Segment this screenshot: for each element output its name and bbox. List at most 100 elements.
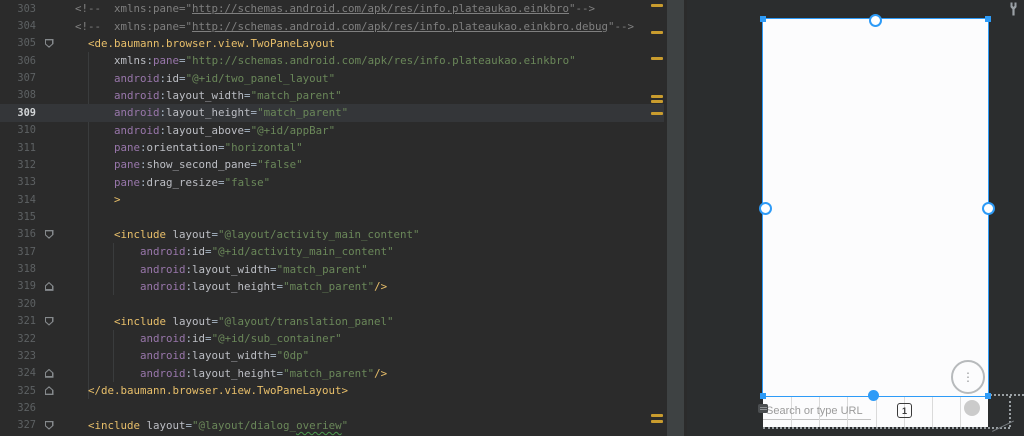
code-text[interactable]: android:layout_height="match_parent" <box>62 106 664 119</box>
fold-open-icon[interactable] <box>44 38 54 48</box>
warning-mark[interactable] <box>651 414 663 417</box>
code-text[interactable]: android:id="@+id/activity_main_content" <box>62 245 664 258</box>
selection-rectangle[interactable] <box>762 18 989 397</box>
code-text[interactable]: <de.baumann.browser.view.TwoPaneLayout <box>62 37 664 50</box>
line-number[interactable]: 325 <box>0 385 36 397</box>
code-line[interactable]: 313 pane:drag_resize="false" <box>0 174 664 191</box>
line-number[interactable]: 306 <box>0 55 36 67</box>
tab-count-icon[interactable]: 1 <box>897 403 912 418</box>
code-line[interactable]: 307 android:id="@+id/two_panel_layout" <box>0 69 664 86</box>
code-line[interactable]: 308 android:layout_width="match_parent" <box>0 87 664 104</box>
code-line[interactable]: 312 pane:show_second_pane="false" <box>0 156 664 173</box>
code-line[interactable]: 310 android:layout_above="@+id/appBar" <box>0 122 664 139</box>
line-number[interactable]: 322 <box>0 333 36 345</box>
line-number[interactable]: 312 <box>0 159 36 171</box>
fold-close-icon[interactable] <box>44 281 54 291</box>
fold-open-icon[interactable] <box>44 229 54 239</box>
line-number[interactable]: 319 <box>0 280 36 292</box>
fold-open-icon[interactable] <box>44 420 54 430</box>
code-text[interactable]: </de.baumann.browser.view.TwoPaneLayout> <box>62 384 664 397</box>
line-number[interactable]: 324 <box>0 367 36 379</box>
code-text[interactable]: <include layout="@layout/translation_pan… <box>62 315 664 328</box>
constraint-anchor-top[interactable] <box>869 14 882 27</box>
constraint-anchor-right[interactable] <box>982 202 995 215</box>
line-number[interactable]: 304 <box>0 20 36 32</box>
code-line[interactable]: 327 <include layout="@layout/dialog_over… <box>0 417 664 434</box>
code-line[interactable]: 320 <box>0 295 664 312</box>
line-number[interactable]: 318 <box>0 263 36 275</box>
line-number[interactable]: 303 <box>0 3 36 15</box>
constraint-anchor-left[interactable] <box>759 202 772 215</box>
code-text[interactable]: android:layout_width="0dp" <box>62 349 664 362</box>
line-number[interactable]: 310 <box>0 124 36 136</box>
warning-mark[interactable] <box>651 112 663 115</box>
line-number[interactable]: 320 <box>0 298 36 310</box>
code-line[interactable]: 311 pane:orientation="horizontal" <box>0 139 664 156</box>
line-number[interactable]: 327 <box>0 419 36 431</box>
warning-mark[interactable] <box>651 31 663 34</box>
scrollbar-thumb[interactable] <box>667 0 684 436</box>
code-text[interactable]: <!-- xmlns:pane="http://schemas.android.… <box>62 2 664 15</box>
code-text[interactable]: android:id="@+id/sub_container" <box>62 332 664 345</box>
code-text[interactable]: > <box>62 193 664 206</box>
code-text[interactable]: android:layout_width="match_parent" <box>62 263 664 276</box>
code-text[interactable]: xmlns:pane="http://schemas.android.com/a… <box>62 54 664 67</box>
code-line[interactable]: 324 android:layout_height="match_parent"… <box>0 365 664 382</box>
code-line[interactable]: 306 xmlns:pane="http://schemas.android.c… <box>0 52 664 69</box>
menu-icon[interactable] <box>758 404 768 413</box>
code-text[interactable]: <include layout="@layout/dialog_overiew" <box>62 419 664 432</box>
code-line[interactable]: 325 </de.baumann.browser.view.TwoPaneLay… <box>0 382 664 399</box>
code-line[interactable]: 321 <include layout="@layout/translation… <box>0 312 664 329</box>
warning-mark[interactable] <box>651 95 663 98</box>
line-number[interactable]: 309 <box>0 107 36 119</box>
code-line[interactable]: 319 android:layout_height="match_parent"… <box>0 278 664 295</box>
code-text[interactable]: <include layout="@layout/activity_main_c… <box>62 228 664 241</box>
warning-mark[interactable] <box>651 100 663 103</box>
wrench-icon[interactable] <box>1007 2 1020 16</box>
line-number[interactable]: 314 <box>0 194 36 206</box>
code-line[interactable]: 309 android:layout_height="match_parent" <box>0 104 664 122</box>
selection-handle-top-left[interactable] <box>760 16 766 22</box>
code-line[interactable]: 323 android:layout_width="0dp" <box>0 347 664 364</box>
selection-handle-bottom-left[interactable] <box>760 393 766 399</box>
code-text[interactable]: android:layout_above="@+id/appBar" <box>62 124 664 137</box>
warning-mark[interactable] <box>651 57 663 60</box>
code-text[interactable]: android:id="@+id/two_panel_layout" <box>62 72 664 85</box>
code-line[interactable]: 326 <box>0 399 664 416</box>
line-number[interactable]: 317 <box>0 246 36 258</box>
code-line[interactable]: 316 <include layout="@layout/activity_ma… <box>0 226 664 243</box>
code-line[interactable]: 315 <box>0 208 664 225</box>
line-number[interactable]: 316 <box>0 228 36 240</box>
constraint-anchor-bottom[interactable] <box>868 390 879 401</box>
code-text[interactable]: pane:orientation="horizontal" <box>62 141 664 154</box>
code-text[interactable]: <!-- xmlns:pane="http://schemas.android.… <box>62 20 664 33</box>
line-number[interactable]: 323 <box>0 350 36 362</box>
line-number[interactable]: 315 <box>0 211 36 223</box>
line-number[interactable]: 307 <box>0 72 36 84</box>
url-toolbar[interactable]: Search or type URL 1 <box>758 397 988 427</box>
code-line[interactable]: 317 android:id="@+id/activity_main_conte… <box>0 243 664 260</box>
code-line[interactable]: 304 <!-- xmlns:pane="http://schemas.andro… <box>0 17 664 34</box>
code-line[interactable]: 318 android:layout_width="match_parent" <box>0 260 664 277</box>
code-text[interactable]: pane:show_second_pane="false" <box>62 158 664 171</box>
warning-mark[interactable] <box>651 420 663 423</box>
selection-handle-bottom-right[interactable] <box>985 393 991 399</box>
code-line[interactable]: 322 android:id="@+id/sub_container" <box>0 330 664 347</box>
selection-handle-top-right[interactable] <box>985 16 991 22</box>
code-line[interactable]: 303 <!-- xmlns:pane="http://schemas.andro… <box>0 0 664 17</box>
code-line[interactable]: 305 <de.baumann.browser.view.TwoPaneLayo… <box>0 35 664 52</box>
code-editor[interactable]: 303 <!-- xmlns:pane="http://schemas.andro… <box>0 0 664 436</box>
fold-close-icon[interactable] <box>44 386 54 396</box>
line-number[interactable]: 321 <box>0 315 36 327</box>
toolbar-circle-icon[interactable] <box>964 400 980 416</box>
line-number[interactable]: 313 <box>0 176 36 188</box>
fold-open-icon[interactable] <box>44 316 54 326</box>
code-text[interactable]: android:layout_width="match_parent" <box>62 89 664 102</box>
line-number[interactable]: 305 <box>0 37 36 49</box>
line-number[interactable]: 326 <box>0 402 36 414</box>
editor-scrollbar[interactable] <box>664 0 687 436</box>
url-input[interactable]: Search or type URL <box>766 397 863 425</box>
line-number[interactable]: 311 <box>0 142 36 154</box>
code-text[interactable]: pane:drag_resize="false" <box>62 176 664 189</box>
code-line[interactable]: 314 > <box>0 191 664 208</box>
